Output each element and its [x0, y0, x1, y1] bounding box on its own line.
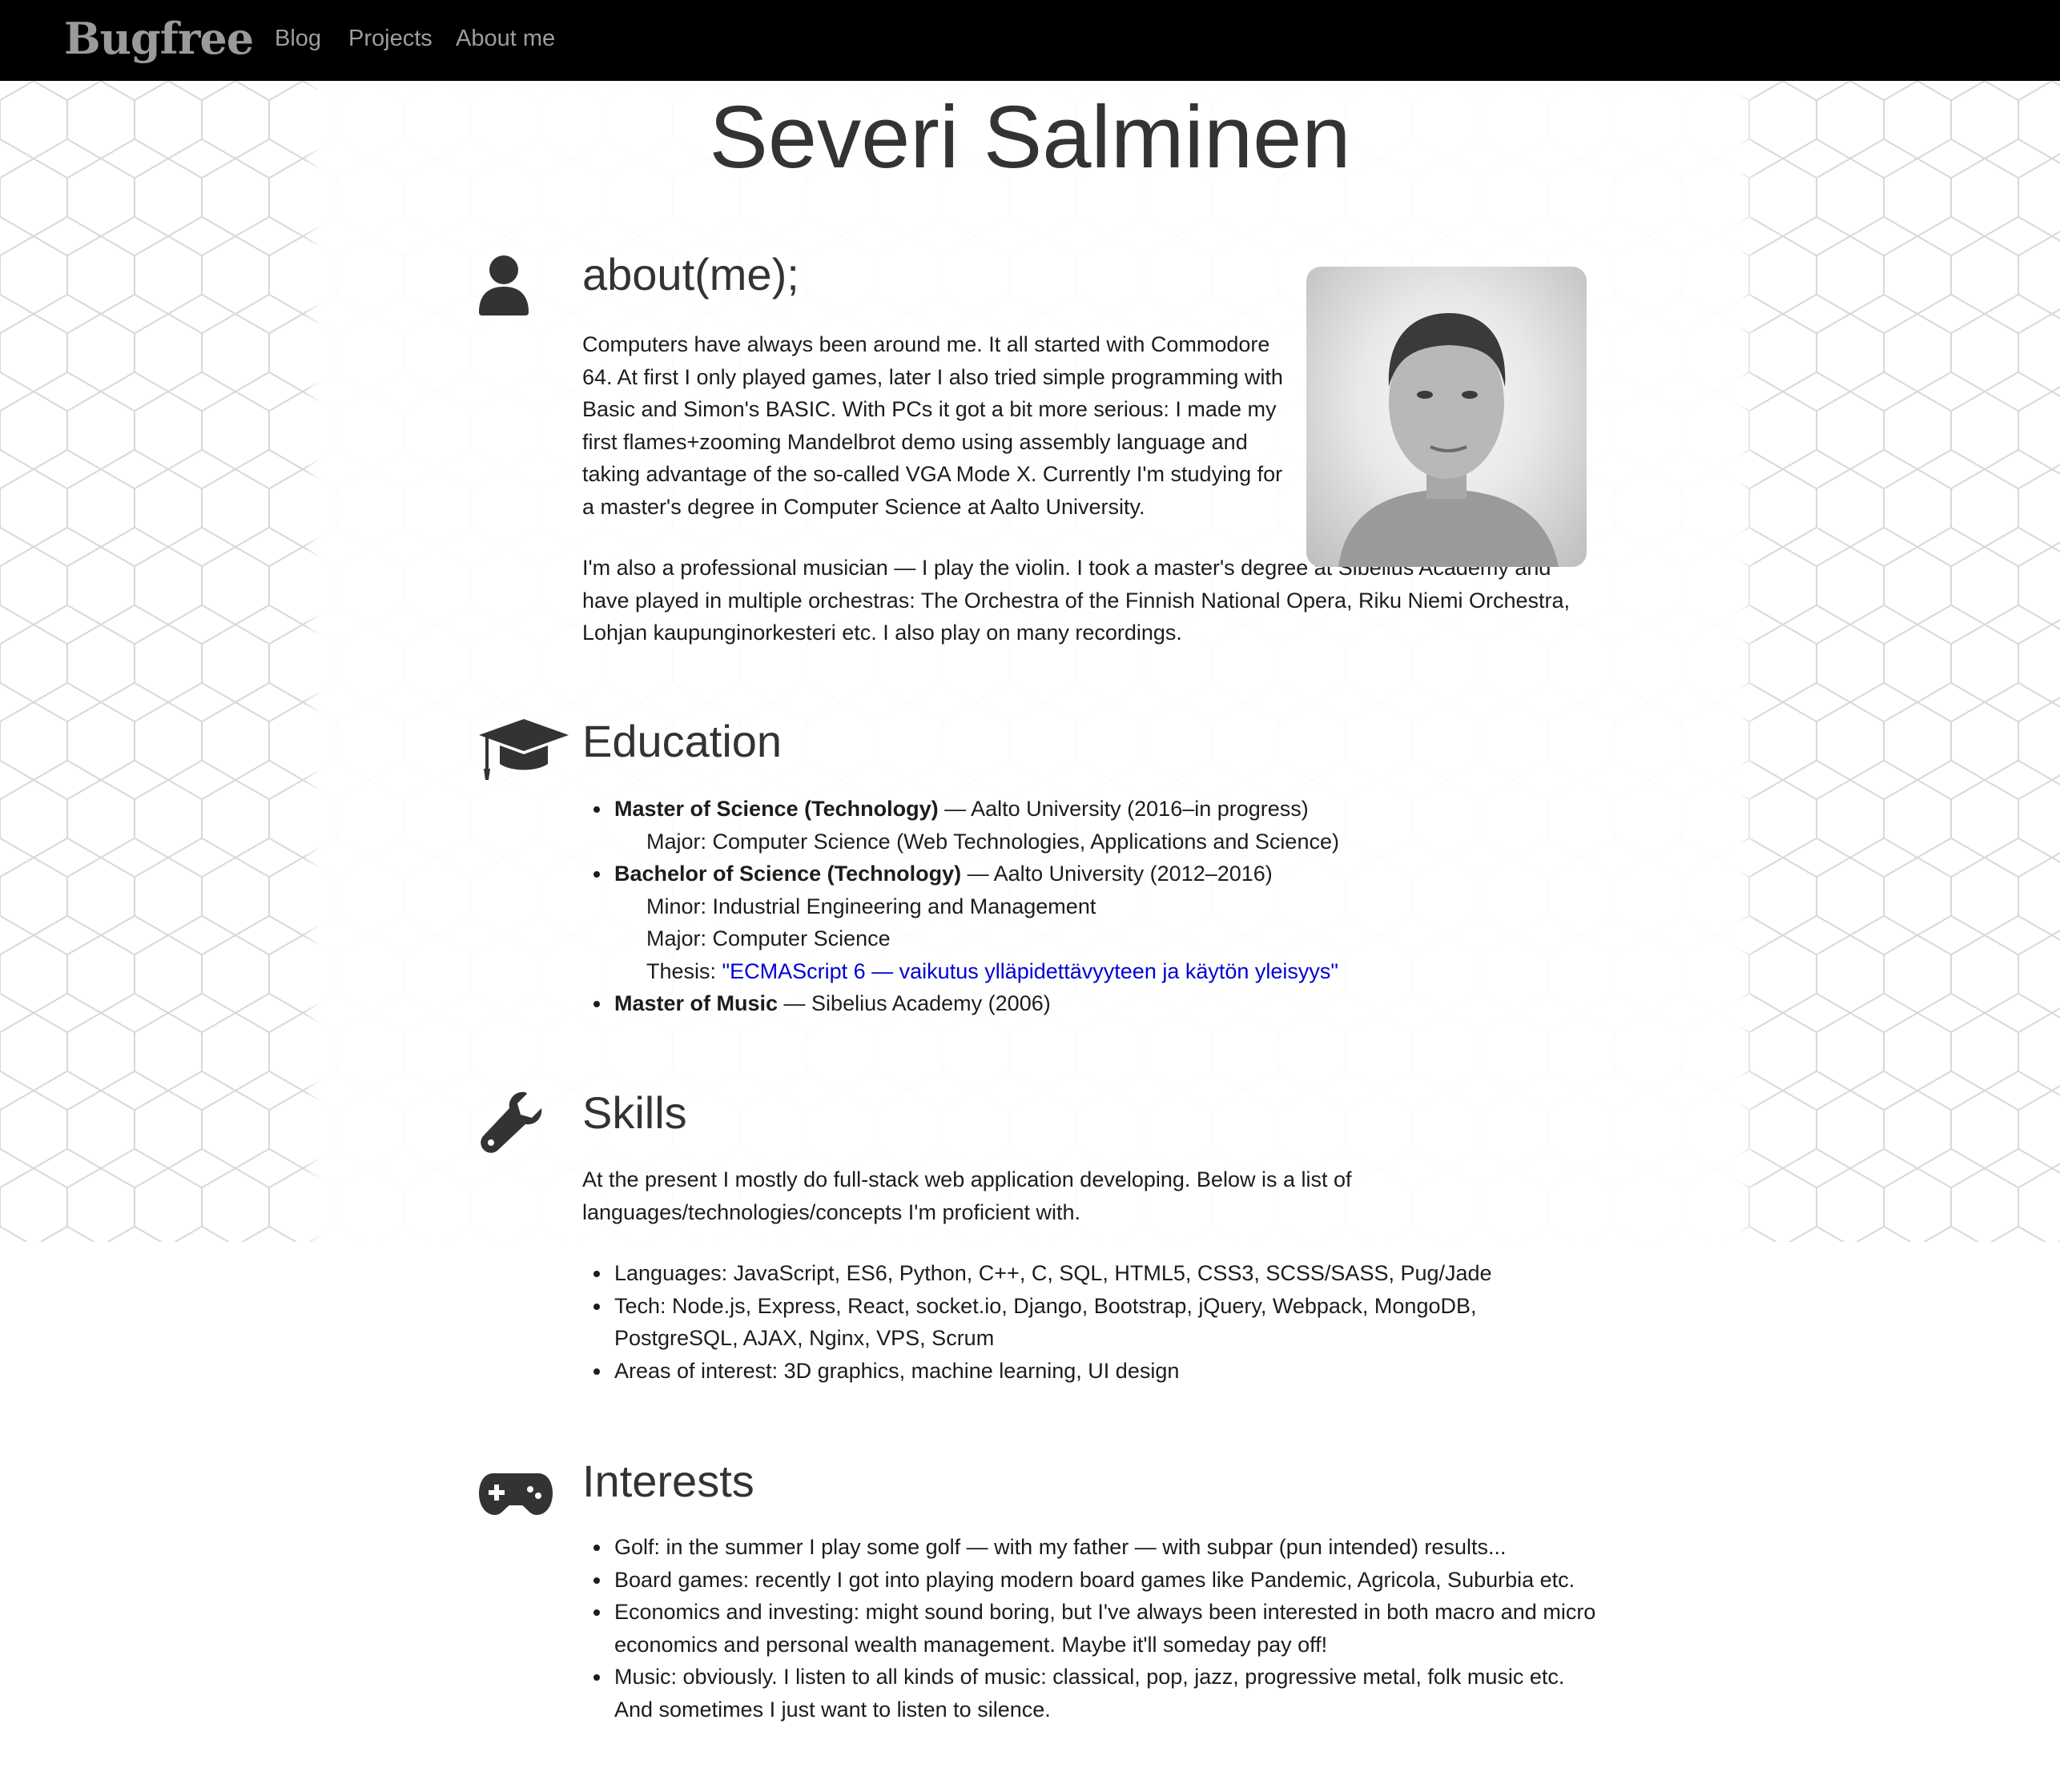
list-item: Tech: Node.js, Express, React, socket.io…: [582, 1290, 1583, 1355]
interests-list: Golf: in the summer I play some golf — w…: [582, 1531, 1599, 1726]
list-item: Areas of interest: 3D graphics, machine …: [582, 1355, 1583, 1388]
graduation-cap-icon: [479, 719, 569, 784]
list-item: Board games: recently I got into playing…: [582, 1564, 1599, 1597]
education-detail: Minor: Industrial Engineering and Manage…: [646, 894, 1096, 918]
list-item: Music: obviously. I listen to all kinds …: [582, 1661, 1599, 1726]
skills-list: Languages: JavaScript, ES6, Python, C++,…: [582, 1257, 1583, 1387]
nav-link-projects[interactable]: Projects: [348, 26, 433, 52]
list-item: Economics and investing: might sound bor…: [582, 1596, 1599, 1661]
about-heading: about(me);: [582, 249, 799, 299]
navbar: Bugfree Blog Projects About me: [0, 0, 2060, 81]
education-heading: Education: [582, 716, 783, 766]
list-item: Golf: in the summer I play some golf — w…: [582, 1531, 1599, 1564]
education-list: Master of Science (Technology) — Aalto U…: [582, 793, 1623, 1020]
thesis-link[interactable]: "ECMAScript 6 — vaikutus ylläpidettävyyt…: [722, 959, 1338, 983]
list-item: Master of Music — Sibelius Academy (2006…: [582, 987, 1623, 1020]
nav-link-about-me[interactable]: About me: [456, 26, 555, 52]
skills-heading: Skills: [582, 1087, 687, 1138]
education-detail: Major: Computer Science: [646, 926, 891, 950]
list-item: Master of Science (Technology) — Aalto U…: [582, 793, 1623, 858]
list-item: Bachelor of Science (Technology) — Aalto…: [582, 858, 1623, 987]
skills-intro: At the present I mostly do full-stack we…: [582, 1167, 1352, 1224]
gamepad-icon: [479, 1472, 553, 1519]
degree-title: Bachelor of Science (Technology): [614, 862, 962, 886]
hexagon-background: [0, 81, 2060, 1242]
nav-link-blog[interactable]: Blog: [275, 26, 321, 52]
degree-title: Master of Science (Technology): [614, 797, 939, 821]
degree-title: Master of Music: [614, 991, 779, 1015]
thesis-line: Thesis: "ECMAScript 6 — vaikutus ylläpid…: [646, 958, 1339, 983]
page-title: Severi Salminen: [709, 88, 1351, 187]
brand-logo[interactable]: Bugfree: [64, 13, 254, 64]
interests-heading: Interests: [582, 1456, 754, 1506]
wrench-icon: [479, 1091, 543, 1159]
about-paragraph-1: Computers have always been around me. It…: [582, 332, 1283, 519]
education-detail: Major: Computer Science (Web Technologie…: [646, 829, 1339, 854]
user-icon: [479, 255, 529, 319]
profile-photo: [1306, 267, 1587, 567]
list-item: Languages: JavaScript, ES6, Python, C++,…: [582, 1257, 1583, 1290]
